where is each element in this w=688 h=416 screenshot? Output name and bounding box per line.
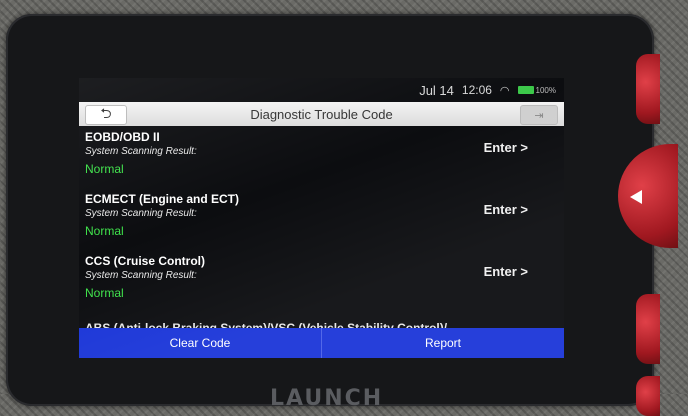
system-row[interactable]: CCS (Cruise Control) System Scanning Res… xyxy=(79,250,564,312)
status-bar: Jul 14 12:06 ◠ 100% xyxy=(79,78,564,102)
title-bar: ⮌ Diagnostic Trouble Code ⇥ xyxy=(79,102,564,126)
hardware-button-bottom[interactable] xyxy=(636,294,660,364)
hardware-button-top[interactable] xyxy=(636,54,660,124)
hardware-button-lower[interactable] xyxy=(636,376,660,416)
enter-button[interactable]: Enter > xyxy=(484,202,528,217)
system-list: EOBD/OBD II System Scanning Result: Norm… xyxy=(79,126,564,329)
enter-button[interactable]: Enter > xyxy=(484,140,528,155)
system-row[interactable]: EOBD/OBD II System Scanning Result: Norm… xyxy=(79,126,564,188)
exit-button[interactable]: ⇥ xyxy=(520,105,558,125)
scan-result-value: Normal xyxy=(85,286,124,300)
wifi-icon: ◠ xyxy=(499,84,510,97)
clear-code-button[interactable]: Clear Code xyxy=(79,328,322,358)
report-button[interactable]: Report xyxy=(322,328,564,358)
status-date: Jul 14 xyxy=(419,82,454,98)
device-brand-logo: LAUNCH xyxy=(270,386,384,411)
hardware-back-button[interactable] xyxy=(618,144,678,248)
enter-button[interactable]: Enter > xyxy=(484,264,528,279)
status-time: 12:06 xyxy=(461,83,492,97)
exit-icon: ⇥ xyxy=(534,109,544,122)
scan-result-value: Normal xyxy=(85,162,124,176)
battery-label: 100% xyxy=(535,85,556,95)
back-arrow-icon: ⮌ xyxy=(100,105,112,121)
action-bar: Clear Code Report xyxy=(79,328,564,358)
battery-icon: 100% xyxy=(517,85,556,95)
device-screen: Jul 14 12:06 ◠ 100% ⮌ Diagnostic Trouble… xyxy=(79,78,564,358)
back-button[interactable]: ⮌ xyxy=(85,105,127,125)
system-row[interactable]: ECMECT (Engine and ECT) System Scanning … xyxy=(79,188,564,250)
scan-result-value: Normal xyxy=(85,224,124,238)
page-title: Diagnostic Trouble Code xyxy=(250,106,393,122)
